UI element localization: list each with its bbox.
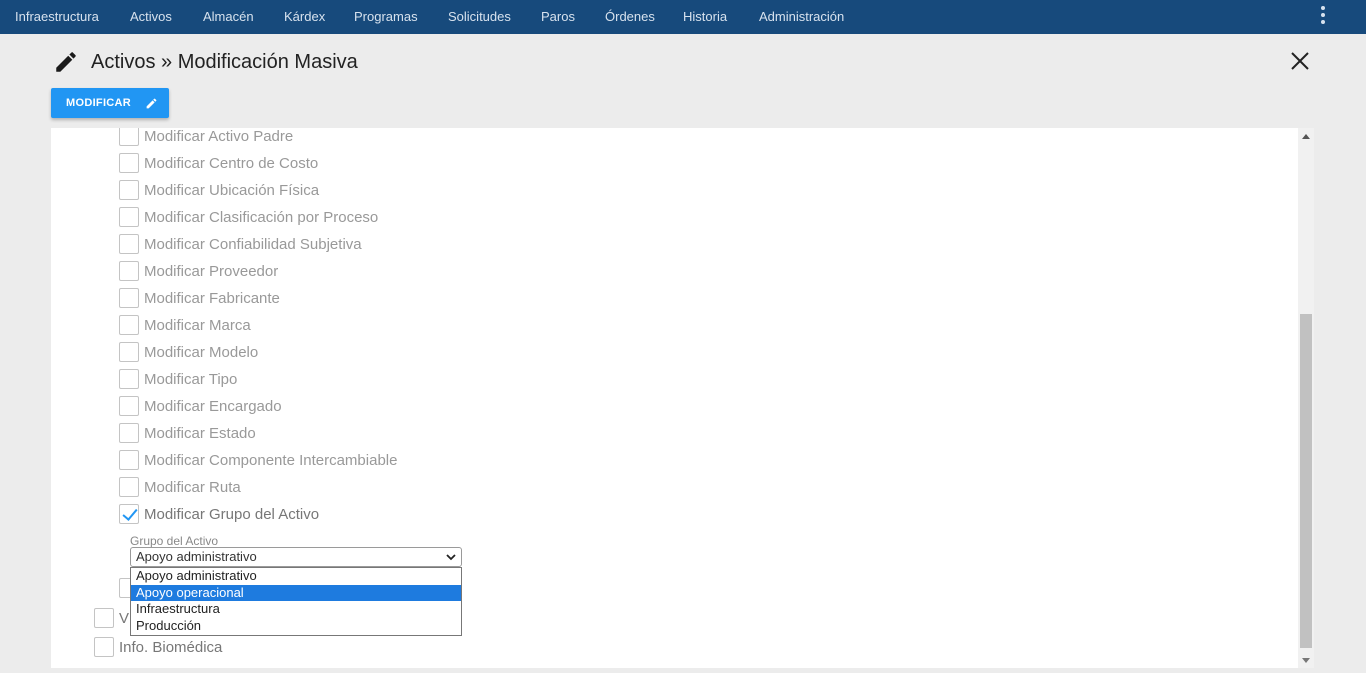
dropdown-option-highlighted[interactable]: Apoyo operacional: [131, 584, 461, 601]
modify-button-label: MODIFICAR: [66, 97, 132, 109]
checkbox[interactable]: [119, 396, 139, 416]
option-ubicacion-fisica[interactable]: Modificar Ubicación Física: [119, 179, 319, 201]
checkbox-checked[interactable]: [119, 504, 139, 524]
option-label: Modificar Estado: [144, 424, 256, 442]
option-modelo[interactable]: Modificar Modelo: [119, 341, 258, 363]
option-label: Modificar Clasificación por Proceso: [144, 208, 379, 226]
checkbox[interactable]: [119, 369, 139, 389]
section-label: V: [119, 609, 130, 627]
option-encargado[interactable]: Modificar Encargado: [119, 395, 282, 417]
scrollbar-thumb[interactable]: [1300, 314, 1312, 648]
scroll-up-arrow-icon[interactable]: [1302, 134, 1310, 139]
checkbox[interactable]: [94, 608, 114, 628]
option-centro-de-costo[interactable]: Modificar Centro de Costo: [119, 152, 318, 174]
nav-item-kardex[interactable]: Kárdex: [284, 0, 325, 34]
close-icon[interactable]: [1289, 50, 1311, 72]
option-fabricante[interactable]: Modificar Fabricante: [119, 287, 280, 309]
checkbox[interactable]: [119, 234, 139, 254]
option-grupo-del-activo[interactable]: Modificar Grupo del Activo: [119, 503, 319, 525]
nav-item-paros[interactable]: Paros: [541, 0, 575, 34]
checkbox[interactable]: [119, 315, 139, 335]
top-navigation-bar: Infraestructura Activos Almacén Kárdex P…: [0, 0, 1366, 34]
dropdown-option[interactable]: Infraestructura: [131, 601, 461, 618]
more-vert-icon[interactable]: [1320, 6, 1326, 24]
nav-item-administracion[interactable]: Administración: [759, 0, 844, 34]
checkbox[interactable]: [119, 288, 139, 308]
options-panel: Modificar Activo Padre Modificar Centro …: [51, 128, 1314, 668]
group-dropdown-list: Apoyo administrativo Apoyo operacional I…: [130, 567, 462, 636]
option-confiabilidad-subjetiva[interactable]: Modificar Confiabilidad Subjetiva: [119, 233, 362, 255]
option-label: Modificar Activo Padre: [144, 128, 294, 145]
pencil-icon: [146, 98, 157, 108]
option-label: Modificar Marca: [144, 316, 251, 334]
option-label: Modificar Grupo del Activo: [144, 505, 320, 523]
option-label: Modificar Encargado: [144, 397, 282, 415]
nav-item-almacen[interactable]: Almacén: [203, 0, 254, 34]
option-label: Modificar Confiabilidad Subjetiva: [144, 235, 362, 253]
option-estado[interactable]: Modificar Estado: [119, 422, 256, 444]
group-select[interactable]: Apoyo administrativo: [130, 547, 462, 567]
option-tipo[interactable]: Modificar Tipo: [119, 368, 237, 390]
checkbox[interactable]: [119, 261, 139, 281]
checkbox[interactable]: [119, 153, 139, 173]
group-select-value: Apoyo administrativo: [136, 549, 257, 564]
dropdown-option[interactable]: Apoyo administrativo: [131, 568, 461, 585]
pencil-icon: [56, 52, 76, 72]
section-label: Info. Biomédica: [119, 638, 223, 656]
nav-item-ordenes[interactable]: Órdenes: [605, 0, 655, 34]
option-label: Modificar Ruta: [144, 478, 241, 496]
option-label: Modificar Tipo: [144, 370, 238, 388]
option-activo-padre[interactable]: Modificar Activo Padre: [119, 128, 293, 147]
nav-item-historia[interactable]: Historia: [683, 0, 727, 34]
nav-item-infraestructura[interactable]: Infraestructura: [15, 0, 99, 34]
nav-item-programas[interactable]: Programas: [354, 0, 418, 34]
vertical-scrollbar[interactable]: [1298, 128, 1314, 668]
checkbox[interactable]: [94, 637, 114, 657]
option-marca[interactable]: Modificar Marca: [119, 314, 251, 336]
section-toggle-v[interactable]: V: [94, 607, 129, 629]
modify-button[interactable]: MODIFICAR: [51, 88, 169, 118]
option-label: Modificar Modelo: [144, 343, 259, 361]
nav-item-activos[interactable]: Activos: [130, 0, 172, 34]
checkbox[interactable]: [119, 180, 139, 200]
checkbox[interactable]: [119, 207, 139, 227]
chevron-down-icon: [446, 554, 456, 561]
option-clasificacion-por-proceso[interactable]: Modificar Clasificación por Proceso: [119, 206, 378, 228]
option-label: Modificar Proveedor: [144, 262, 279, 280]
option-label: Modificar Centro de Costo: [144, 154, 319, 172]
option-componente-intercambiable[interactable]: Modificar Componente Intercambiable: [119, 449, 397, 471]
option-label: Modificar Componente Intercambiable: [144, 451, 398, 469]
option-ruta[interactable]: Modificar Ruta: [119, 476, 241, 498]
option-label: Modificar Ubicación Física: [144, 181, 320, 199]
checkbox[interactable]: [119, 477, 139, 497]
checkbox[interactable]: [119, 128, 139, 146]
checkbox[interactable]: [119, 342, 139, 362]
page-title: Activos » Modificación Masiva: [91, 51, 358, 73]
option-proveedor[interactable]: Modificar Proveedor: [119, 260, 278, 282]
section-toggle-info-biomedica[interactable]: Info. Biomédica: [94, 636, 222, 658]
option-label: Modificar Fabricante: [144, 289, 280, 307]
dropdown-option[interactable]: Producción: [131, 618, 461, 635]
checkbox[interactable]: [119, 423, 139, 443]
scroll-down-arrow-icon[interactable]: [1302, 658, 1310, 663]
checkbox[interactable]: [119, 450, 139, 470]
group-field-label: Grupo del Activo: [130, 534, 219, 548]
nav-item-solicitudes[interactable]: Solicitudes: [448, 0, 511, 34]
